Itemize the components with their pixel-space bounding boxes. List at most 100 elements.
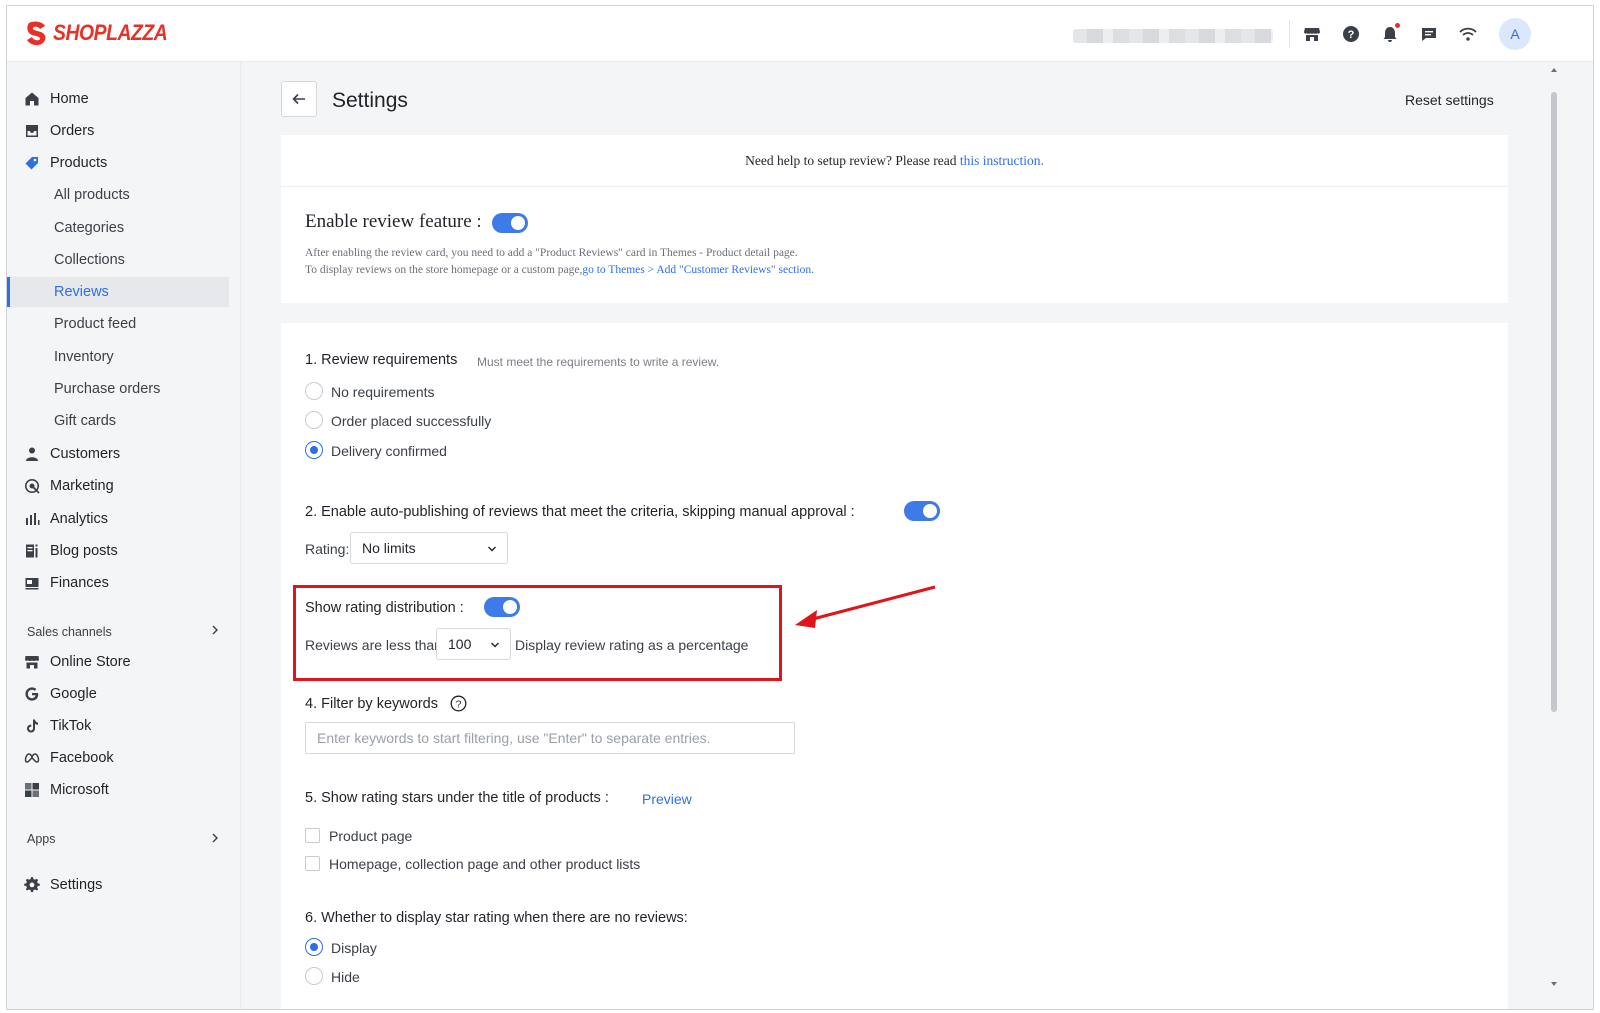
- auto-publish-toggle[interactable]: [904, 501, 940, 521]
- orders-icon: [23, 122, 41, 140]
- option-label: Order placed successfully: [331, 413, 492, 429]
- instruction-link[interactable]: this instruction.: [960, 153, 1044, 169]
- auto-publish-title: 2. Enable auto-publishing of reviews tha…: [305, 504, 855, 520]
- enable-review-card: Need help to setup review? Please read t…: [281, 135, 1508, 303]
- sidebar-item-blog-posts[interactable]: Blog posts: [7, 536, 229, 566]
- option-label: Delivery confirmed: [331, 443, 447, 459]
- avatar[interactable]: A: [1499, 18, 1531, 50]
- brand-name: SHOPLAZZA: [53, 20, 168, 45]
- checkbox-product-page[interactable]: [305, 828, 320, 843]
- bell-icon[interactable]: [1379, 23, 1401, 45]
- sidebar-item-online-store[interactable]: Online Store: [7, 647, 229, 677]
- reset-settings-button[interactable]: Reset settings: [1405, 92, 1494, 108]
- apps-label: Apps: [27, 832, 56, 846]
- sales-channels-label: Sales channels: [27, 625, 112, 639]
- enable-review-title: Enable review feature :: [305, 211, 482, 232]
- sidebar-item-tiktok[interactable]: TikTok: [7, 711, 229, 741]
- sidebar-item-analytics[interactable]: Analytics: [7, 504, 229, 534]
- chevron-right-icon[interactable]: [209, 832, 221, 844]
- sidebar-item-reviews[interactable]: Reviews: [7, 277, 229, 307]
- option-label: Product page: [329, 828, 413, 844]
- tiktok-icon: [23, 717, 41, 735]
- sidebar-item-product-feed[interactable]: Product feed: [7, 309, 229, 339]
- sidebar-item-facebook[interactable]: Facebook: [7, 743, 229, 773]
- stars-title: 5. Show rating stars under the title of …: [305, 790, 609, 806]
- requirements-title: 1. Review requirements: [305, 352, 458, 368]
- keywords-input[interactable]: Enter keywords to start filtering, use "…: [305, 722, 795, 754]
- home-icon: [23, 90, 41, 108]
- sidebar-item-products[interactable]: Products: [7, 148, 229, 178]
- themes-link[interactable]: go to Themes > Add "Customer Reviews" se…: [582, 264, 814, 276]
- main-content: Settings Reset settings Need help to set…: [242, 62, 1593, 1009]
- svg-text:?: ?: [1348, 29, 1355, 41]
- store-name-redacted: [1073, 29, 1273, 43]
- store-icon[interactable]: [1301, 23, 1323, 45]
- logo[interactable]: SHOPLAZZA: [25, 20, 183, 46]
- blog-icon: [23, 542, 41, 560]
- radio-no-requirements[interactable]: [305, 382, 323, 400]
- app-window: SHOPLAZZA ? A Home Orders Products All p…: [6, 5, 1594, 1010]
- sidebar-item-categories[interactable]: Categories: [7, 213, 229, 243]
- sidebar-item-finances[interactable]: Finances: [7, 568, 229, 598]
- sidebar-item-collections[interactable]: Collections: [7, 245, 229, 275]
- gear-icon: [23, 876, 41, 894]
- checkbox-product-lists[interactable]: [305, 856, 320, 871]
- annotation-arrow-icon: [795, 585, 936, 628]
- option-label: No requirements: [331, 384, 435, 400]
- top-bar: SHOPLAZZA ? A: [7, 6, 1593, 62]
- radio-display[interactable]: [305, 938, 323, 956]
- option-label: Hide: [331, 969, 360, 985]
- sidebar-item-microsoft[interactable]: Microsoft: [7, 775, 229, 805]
- shoplazza-logo-icon: [27, 21, 46, 46]
- person-icon: [23, 445, 41, 463]
- radio-hide[interactable]: [305, 967, 323, 985]
- enable-review-desc-2: To display reviews on the store homepage…: [305, 264, 814, 276]
- sidebar-item-inventory[interactable]: Inventory: [7, 342, 229, 372]
- svg-text:?: ?: [456, 698, 462, 710]
- sidebar: Home Orders Products All products Catego…: [7, 62, 241, 1009]
- meta-icon: [23, 749, 41, 767]
- preview-link[interactable]: Preview: [642, 791, 692, 807]
- option-label: Homepage, collection page and other prod…: [329, 856, 641, 872]
- sidebar-item-purchase-orders[interactable]: Purchase orders: [7, 374, 229, 404]
- sidebar-item-gift-cards[interactable]: Gift cards: [7, 406, 229, 436]
- sidebar-item-marketing[interactable]: Marketing: [7, 471, 229, 501]
- help-circle-icon[interactable]: ?: [450, 695, 467, 712]
- back-button[interactable]: [281, 81, 317, 117]
- microsoft-icon: [23, 781, 41, 799]
- help-icon[interactable]: ?: [1340, 23, 1362, 45]
- sidebar-item-all-products[interactable]: All products: [7, 180, 229, 210]
- annotation-highlight-box: [293, 585, 782, 681]
- scrollbar[interactable]: [1547, 62, 1561, 1009]
- arrow-left-icon: [292, 93, 305, 105]
- rating-label: Rating:: [305, 541, 350, 557]
- sidebar-item-orders[interactable]: Orders: [7, 116, 229, 146]
- page-title: Settings: [332, 89, 408, 112]
- wifi-icon[interactable]: [1457, 23, 1479, 45]
- chat-icon[interactable]: [1418, 23, 1440, 45]
- google-icon: [23, 685, 41, 703]
- radio-delivery-confirmed[interactable]: [305, 441, 323, 459]
- tag-icon: [23, 154, 41, 172]
- radio-order-placed[interactable]: [305, 411, 323, 429]
- notification-dot: [1395, 23, 1400, 28]
- sidebar-item-customers[interactable]: Customers: [7, 439, 229, 469]
- enable-review-toggle[interactable]: [492, 213, 528, 233]
- bar-chart-icon: [23, 510, 41, 528]
- no-reviews-title: 6. Whether to display star rating when t…: [305, 910, 688, 926]
- enable-review-desc: After enabling the review card, you need…: [305, 247, 798, 259]
- finance-icon: [23, 574, 41, 592]
- keywords-title: 4. Filter by keywords: [305, 696, 438, 712]
- scroll-thumb[interactable]: [1551, 92, 1557, 712]
- sidebar-item-settings[interactable]: Settings: [7, 870, 229, 900]
- rating-select[interactable]: No limits: [350, 532, 508, 564]
- chevron-right-icon[interactable]: [209, 624, 221, 636]
- sidebar-item-google[interactable]: Google: [7, 679, 229, 709]
- chevron-down-icon: [488, 546, 496, 552]
- sidebar-item-home[interactable]: Home: [7, 84, 229, 114]
- scroll-up-icon[interactable]: [1550, 66, 1558, 74]
- topbar-divider: [1289, 20, 1290, 48]
- requirements-hint: Must meet the requirements to write a re…: [477, 355, 720, 369]
- scroll-down-icon[interactable]: [1550, 980, 1558, 988]
- store-icon: [23, 653, 41, 671]
